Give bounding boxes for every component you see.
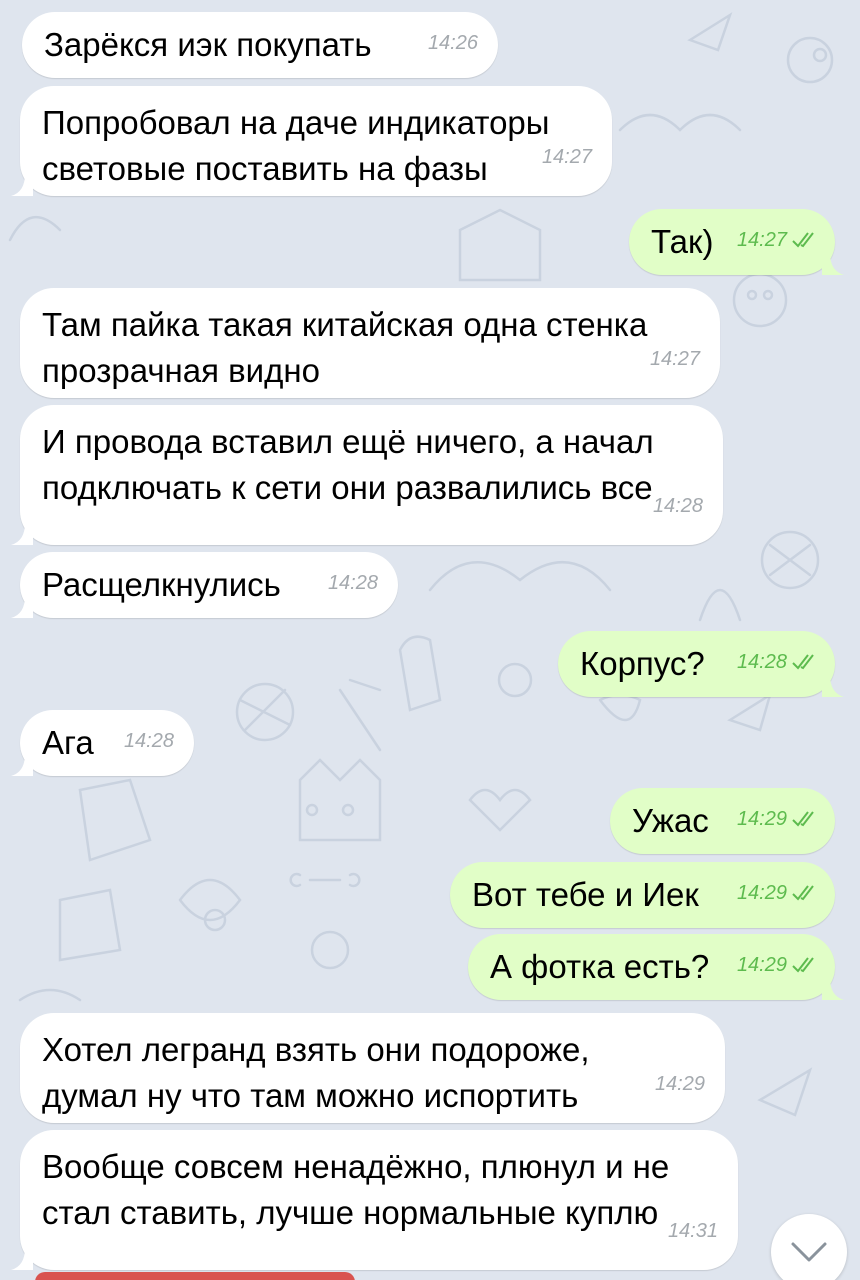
- message-text: Попробовал на даче индикаторы световые п…: [42, 104, 550, 187]
- outgoing-message[interactable]: Ужас 14:29: [610, 788, 835, 854]
- message-text: Корпус?: [580, 645, 705, 682]
- message-time: 14:31: [667, 1220, 718, 1242]
- bubble-tail: [11, 596, 33, 618]
- message-list[interactable]: Зарёкся иэк покупать 14:26 Попробовал на…: [0, 0, 860, 1280]
- message-time: 14:29: [737, 796, 817, 842]
- double-check-icon: [792, 654, 814, 670]
- bubble-tail: [11, 1248, 33, 1270]
- message-text: Ужас: [632, 802, 709, 839]
- message-text: Хотел легранд взять они подороже, думал …: [42, 1031, 590, 1114]
- message-text: Расщелкнулись: [42, 566, 281, 603]
- message-time: 14:27: [737, 217, 817, 263]
- bubble-tail: [822, 978, 844, 1000]
- incoming-message[interactable]: Хотел легранд взять они подороже, думал …: [20, 1013, 725, 1123]
- double-check-icon: [792, 811, 814, 827]
- double-check-icon: [792, 957, 814, 973]
- next-message-preview: [35, 1272, 355, 1280]
- message-time: 14:27: [649, 348, 700, 370]
- message-text: А фотка есть?: [490, 948, 710, 985]
- incoming-message[interactable]: И провода вставил ещё ничего, а начал по…: [11, 405, 723, 545]
- outgoing-message[interactable]: Вот тебе и Иек 14:29: [450, 862, 835, 928]
- bubble-tail: [11, 754, 33, 776]
- message-time: 14:28: [737, 639, 817, 685]
- outgoing-message[interactable]: Корпус? 14:28: [558, 631, 844, 697]
- double-check-icon: [792, 232, 814, 248]
- bubble-tail: [11, 174, 33, 196]
- message-text: И провода вставил ещё ничего, а начал по…: [42, 423, 654, 506]
- double-check-icon: [792, 885, 814, 901]
- message-time: 14:29: [737, 942, 817, 988]
- message-text: Там пайка такая китайская одна стенка пр…: [42, 306, 648, 389]
- incoming-message[interactable]: Зарёкся иэк покупать 14:26: [22, 12, 498, 78]
- message-time: 14:26: [427, 32, 478, 54]
- message-text: Зарёкся иэк покупать: [44, 26, 372, 63]
- message-text: Вот тебе и Иек: [472, 876, 699, 913]
- incoming-message[interactable]: Расщелкнулись 14:28: [11, 552, 398, 618]
- scroll-down-button[interactable]: [771, 1214, 847, 1280]
- message-time: 14:28: [652, 495, 703, 517]
- message-text: Вообще совсем ненадёжно, плюнул и не ста…: [42, 1148, 670, 1231]
- bubble-tail: [11, 523, 33, 545]
- bubble-tail: [822, 675, 844, 697]
- message-time: 14:27: [541, 146, 592, 168]
- message-text: Ага: [42, 724, 94, 761]
- message-time: 14:28: [327, 572, 378, 594]
- outgoing-message[interactable]: А фотка есть? 14:29: [468, 934, 844, 1000]
- message-time: 14:29: [737, 870, 817, 916]
- chevron-down-icon: [791, 1242, 827, 1262]
- message-text: Так): [651, 223, 714, 260]
- incoming-message[interactable]: Ага 14:28: [11, 710, 194, 776]
- message-time: 14:28: [123, 730, 174, 752]
- incoming-message[interactable]: Вообще совсем ненадёжно, плюнул и не ста…: [11, 1130, 738, 1270]
- bubble-tail: [822, 253, 844, 275]
- incoming-message[interactable]: Там пайка такая китайская одна стенка пр…: [20, 288, 720, 398]
- outgoing-message[interactable]: Так) 14:27: [629, 209, 844, 275]
- incoming-message[interactable]: Попробовал на даче индикаторы световые п…: [11, 86, 612, 196]
- message-time: 14:29: [654, 1073, 705, 1095]
